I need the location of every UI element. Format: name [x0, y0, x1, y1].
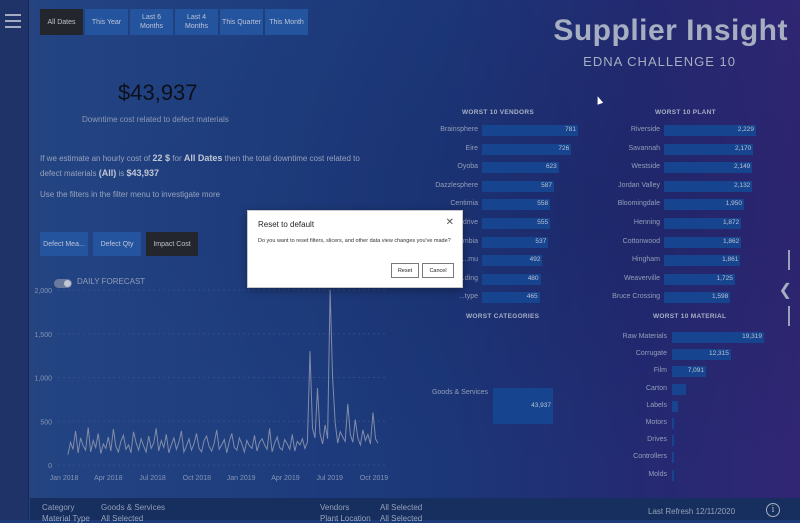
close-icon[interactable]: ✕	[446, 217, 454, 228]
reset-button[interactable]: Reset	[391, 263, 419, 278]
dialog-message: Do you want to reset filters, slicers, a…	[258, 238, 451, 244]
reset-dialog: Reset to default ✕ Do you want to reset …	[247, 210, 463, 288]
cancel-button[interactable]: Cancel	[422, 263, 454, 278]
dialog-title: Reset to default	[258, 220, 315, 229]
